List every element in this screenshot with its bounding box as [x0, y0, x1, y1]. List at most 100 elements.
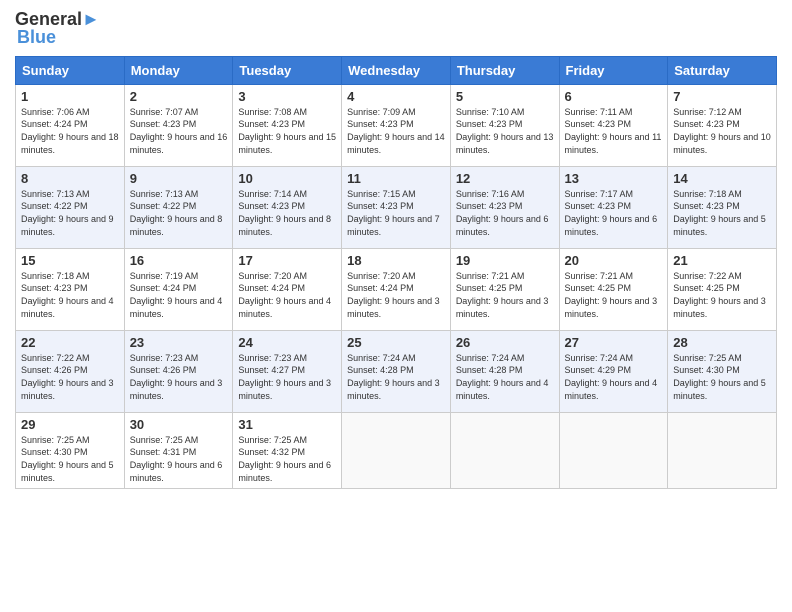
calendar-cell: 2 Sunrise: 7:07 AM Sunset: 4:23 PM Dayli…: [124, 84, 233, 166]
day-number: 27: [565, 335, 663, 350]
calendar-cell: 11 Sunrise: 7:15 AM Sunset: 4:23 PM Dayl…: [342, 166, 451, 248]
calendar-cell: 24 Sunrise: 7:23 AM Sunset: 4:27 PM Dayl…: [233, 330, 342, 412]
day-info: Sunrise: 7:25 AM Sunset: 4:31 PM Dayligh…: [130, 434, 228, 484]
day-info: Sunrise: 7:10 AM Sunset: 4:23 PM Dayligh…: [456, 106, 554, 156]
calendar-cell: 29 Sunrise: 7:25 AM Sunset: 4:30 PM Dayl…: [16, 412, 125, 488]
calendar-cell: [342, 412, 451, 488]
calendar-week-row: 8 Sunrise: 7:13 AM Sunset: 4:22 PM Dayli…: [16, 166, 777, 248]
calendar-cell: 20 Sunrise: 7:21 AM Sunset: 4:25 PM Dayl…: [559, 248, 668, 330]
calendar-cell: 16 Sunrise: 7:19 AM Sunset: 4:24 PM Dayl…: [124, 248, 233, 330]
calendar-header-saturday: Saturday: [668, 56, 777, 84]
calendar-week-row: 1 Sunrise: 7:06 AM Sunset: 4:24 PM Dayli…: [16, 84, 777, 166]
day-number: 18: [347, 253, 445, 268]
day-info: Sunrise: 7:12 AM Sunset: 4:23 PM Dayligh…: [673, 106, 771, 156]
day-info: Sunrise: 7:18 AM Sunset: 4:23 PM Dayligh…: [21, 270, 119, 320]
header: General► Blue: [15, 10, 777, 48]
calendar-cell: 7 Sunrise: 7:12 AM Sunset: 4:23 PM Dayli…: [668, 84, 777, 166]
calendar-week-row: 15 Sunrise: 7:18 AM Sunset: 4:23 PM Dayl…: [16, 248, 777, 330]
calendar-cell: 22 Sunrise: 7:22 AM Sunset: 4:26 PM Dayl…: [16, 330, 125, 412]
calendar-cell: 6 Sunrise: 7:11 AM Sunset: 4:23 PM Dayli…: [559, 84, 668, 166]
day-number: 26: [456, 335, 554, 350]
day-info: Sunrise: 7:23 AM Sunset: 4:27 PM Dayligh…: [238, 352, 336, 402]
day-number: 3: [238, 89, 336, 104]
calendar-cell: 19 Sunrise: 7:21 AM Sunset: 4:25 PM Dayl…: [450, 248, 559, 330]
day-number: 10: [238, 171, 336, 186]
day-number: 8: [21, 171, 119, 186]
logo-blue: Blue: [17, 27, 56, 48]
day-info: Sunrise: 7:07 AM Sunset: 4:23 PM Dayligh…: [130, 106, 228, 156]
calendar-header-thursday: Thursday: [450, 56, 559, 84]
day-number: 14: [673, 171, 771, 186]
calendar-header-sunday: Sunday: [16, 56, 125, 84]
day-number: 15: [21, 253, 119, 268]
day-number: 19: [456, 253, 554, 268]
day-info: Sunrise: 7:06 AM Sunset: 4:24 PM Dayligh…: [21, 106, 119, 156]
calendar-cell: 28 Sunrise: 7:25 AM Sunset: 4:30 PM Dayl…: [668, 330, 777, 412]
calendar-cell: 5 Sunrise: 7:10 AM Sunset: 4:23 PM Dayli…: [450, 84, 559, 166]
calendar-cell: 4 Sunrise: 7:09 AM Sunset: 4:23 PM Dayli…: [342, 84, 451, 166]
day-info: Sunrise: 7:15 AM Sunset: 4:23 PM Dayligh…: [347, 188, 445, 238]
calendar-cell: 21 Sunrise: 7:22 AM Sunset: 4:25 PM Dayl…: [668, 248, 777, 330]
day-info: Sunrise: 7:22 AM Sunset: 4:25 PM Dayligh…: [673, 270, 771, 320]
day-number: 25: [347, 335, 445, 350]
day-info: Sunrise: 7:20 AM Sunset: 4:24 PM Dayligh…: [238, 270, 336, 320]
calendar-cell: [668, 412, 777, 488]
day-number: 13: [565, 171, 663, 186]
day-info: Sunrise: 7:13 AM Sunset: 4:22 PM Dayligh…: [21, 188, 119, 238]
day-info: Sunrise: 7:17 AM Sunset: 4:23 PM Dayligh…: [565, 188, 663, 238]
calendar-cell: 25 Sunrise: 7:24 AM Sunset: 4:28 PM Dayl…: [342, 330, 451, 412]
day-number: 22: [21, 335, 119, 350]
calendar-header-wednesday: Wednesday: [342, 56, 451, 84]
calendar-week-row: 22 Sunrise: 7:22 AM Sunset: 4:26 PM Dayl…: [16, 330, 777, 412]
day-number: 17: [238, 253, 336, 268]
day-number: 7: [673, 89, 771, 104]
calendar-cell: 9 Sunrise: 7:13 AM Sunset: 4:22 PM Dayli…: [124, 166, 233, 248]
day-info: Sunrise: 7:19 AM Sunset: 4:24 PM Dayligh…: [130, 270, 228, 320]
calendar-cell: 23 Sunrise: 7:23 AM Sunset: 4:26 PM Dayl…: [124, 330, 233, 412]
calendar-cell: 10 Sunrise: 7:14 AM Sunset: 4:23 PM Dayl…: [233, 166, 342, 248]
day-info: Sunrise: 7:21 AM Sunset: 4:25 PM Dayligh…: [456, 270, 554, 320]
day-info: Sunrise: 7:20 AM Sunset: 4:24 PM Dayligh…: [347, 270, 445, 320]
day-number: 28: [673, 335, 771, 350]
calendar-cell: 18 Sunrise: 7:20 AM Sunset: 4:24 PM Dayl…: [342, 248, 451, 330]
day-info: Sunrise: 7:09 AM Sunset: 4:23 PM Dayligh…: [347, 106, 445, 156]
logo: General► Blue: [15, 10, 100, 48]
day-info: Sunrise: 7:14 AM Sunset: 4:23 PM Dayligh…: [238, 188, 336, 238]
day-info: Sunrise: 7:08 AM Sunset: 4:23 PM Dayligh…: [238, 106, 336, 156]
calendar-cell: 26 Sunrise: 7:24 AM Sunset: 4:28 PM Dayl…: [450, 330, 559, 412]
calendar-cell: 30 Sunrise: 7:25 AM Sunset: 4:31 PM Dayl…: [124, 412, 233, 488]
day-info: Sunrise: 7:22 AM Sunset: 4:26 PM Dayligh…: [21, 352, 119, 402]
calendar-cell: 12 Sunrise: 7:16 AM Sunset: 4:23 PM Dayl…: [450, 166, 559, 248]
calendar-header-tuesday: Tuesday: [233, 56, 342, 84]
day-number: 9: [130, 171, 228, 186]
calendar-header-row: SundayMondayTuesdayWednesdayThursdayFrid…: [16, 56, 777, 84]
calendar-cell: [559, 412, 668, 488]
calendar-cell: 13 Sunrise: 7:17 AM Sunset: 4:23 PM Dayl…: [559, 166, 668, 248]
day-info: Sunrise: 7:25 AM Sunset: 4:30 PM Dayligh…: [21, 434, 119, 484]
day-number: 31: [238, 417, 336, 432]
calendar-page: General► Blue SundayMondayTuesdayWednesd…: [0, 0, 792, 612]
day-info: Sunrise: 7:23 AM Sunset: 4:26 PM Dayligh…: [130, 352, 228, 402]
day-info: Sunrise: 7:13 AM Sunset: 4:22 PM Dayligh…: [130, 188, 228, 238]
calendar-cell: 14 Sunrise: 7:18 AM Sunset: 4:23 PM Dayl…: [668, 166, 777, 248]
day-number: 29: [21, 417, 119, 432]
day-info: Sunrise: 7:25 AM Sunset: 4:32 PM Dayligh…: [238, 434, 336, 484]
day-info: Sunrise: 7:24 AM Sunset: 4:29 PM Dayligh…: [565, 352, 663, 402]
day-number: 4: [347, 89, 445, 104]
day-info: Sunrise: 7:21 AM Sunset: 4:25 PM Dayligh…: [565, 270, 663, 320]
calendar-cell: 15 Sunrise: 7:18 AM Sunset: 4:23 PM Dayl…: [16, 248, 125, 330]
calendar-cell: 3 Sunrise: 7:08 AM Sunset: 4:23 PM Dayli…: [233, 84, 342, 166]
day-number: 1: [21, 89, 119, 104]
day-number: 30: [130, 417, 228, 432]
day-number: 21: [673, 253, 771, 268]
calendar-table: SundayMondayTuesdayWednesdayThursdayFrid…: [15, 56, 777, 489]
day-number: 11: [347, 171, 445, 186]
day-info: Sunrise: 7:24 AM Sunset: 4:28 PM Dayligh…: [347, 352, 445, 402]
day-number: 23: [130, 335, 228, 350]
calendar-cell: 31 Sunrise: 7:25 AM Sunset: 4:32 PM Dayl…: [233, 412, 342, 488]
day-number: 16: [130, 253, 228, 268]
day-info: Sunrise: 7:16 AM Sunset: 4:23 PM Dayligh…: [456, 188, 554, 238]
day-number: 12: [456, 171, 554, 186]
day-number: 6: [565, 89, 663, 104]
day-info: Sunrise: 7:25 AM Sunset: 4:30 PM Dayligh…: [673, 352, 771, 402]
